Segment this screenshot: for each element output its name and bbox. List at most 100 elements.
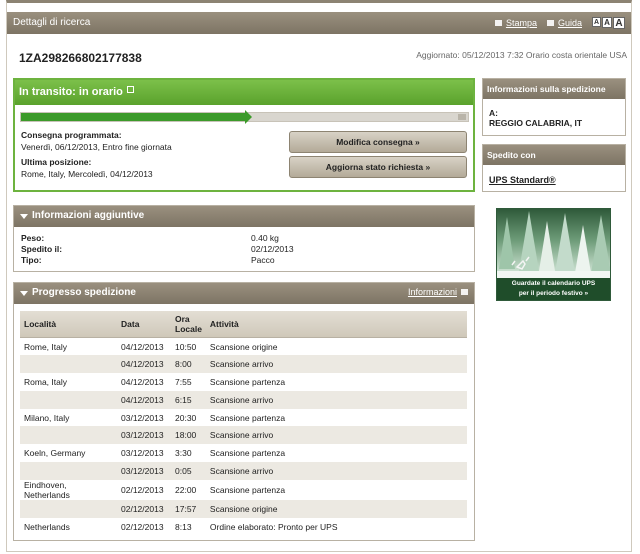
cell-time: 6:15 (171, 390, 206, 409)
table-row: 03/12/2013 0:05 Scansione arrivo (20, 462, 467, 480)
cell-location: Milano, Italy (20, 408, 117, 427)
table-row: Netherlands 02/12/2013 8:13 Ordine elaborat… (20, 517, 467, 536)
additional-info-header[interactable]: Informazioni aggiuntive (14, 206, 474, 227)
status-header: In transito: in orario (15, 80, 473, 105)
cell-location (20, 462, 117, 480)
table-row: Rome, Italy 04/12/2013 10:50 Scansione orig… (20, 337, 467, 356)
cell-activity: Scansione arrivo (205, 390, 467, 409)
ad-text-line-2: per il periodo festivo » (518, 290, 589, 297)
table-row: 04/12/2013 8:00 Scansione arrivo (20, 355, 467, 374)
type-label: Tipo: (21, 255, 42, 265)
cell-activity: Ordine elaborato: Pronto per UPS (205, 517, 467, 536)
cell-date: 04/12/2013 (117, 373, 171, 391)
table-row: Milano, Italy 03/12/2013 20:30 Scansione pa… (20, 408, 467, 427)
cell-date: 03/12/2013 (117, 462, 171, 480)
cell-date: 03/12/2013 (117, 426, 171, 445)
cell-location (20, 499, 117, 518)
cell-time: 7:55 (171, 373, 206, 391)
cell-time: 17:57 (171, 499, 206, 518)
cell-activity: Scansione arrivo (205, 426, 467, 445)
shipped-with-title: Spedito con (483, 145, 625, 165)
cell-activity: Scansione partenza (205, 444, 467, 463)
page-title: Dettagli di ricerca (13, 17, 91, 28)
help-link[interactable]: Guida (546, 18, 582, 28)
table-row: 04/12/2013 6:15 Scansione arrivo (20, 390, 467, 409)
pine-trees-illustration (497, 211, 610, 281)
additional-info-panel: Informazioni aggiuntive Peso: 0.40 kg Sp… (13, 205, 475, 272)
table-header-row: Località Data Ora Locale Attività (20, 311, 467, 338)
shipped-date-label: Spedito il: (21, 244, 63, 254)
header-links: Stampa Guida A A A (494, 17, 625, 29)
print-label: Stampa (505, 18, 537, 28)
ad-text: Guardate il calendario UPS per il period… (497, 278, 610, 300)
cell-time: 22:00 (171, 479, 206, 500)
weight-value: 0.40 kg (251, 233, 279, 243)
cell-time: 10:50 (171, 337, 206, 356)
holiday-calendar-ad[interactable]: Guardate il calendario UPS per il period… (496, 208, 611, 301)
info-link[interactable]: Informazioni (408, 287, 468, 297)
cell-time: 18:00 (171, 426, 206, 445)
last-location-value: Rome, Italy, Mercoledì, 04/12/2013 (21, 169, 153, 179)
info-icon[interactable] (126, 86, 134, 93)
shipment-info-title: Informazioni sulla spedizione (483, 79, 625, 99)
info-link-label: Informazioni (407, 287, 457, 297)
collapse-triangle-icon (20, 291, 28, 296)
cell-date: 04/12/2013 (117, 355, 171, 374)
progress-bar (20, 110, 469, 124)
ad-text-line-1: Guardate il calendario UPS (511, 280, 596, 287)
modify-delivery-button[interactable]: Modifica consegna » (289, 131, 467, 153)
shipment-info-box: Informazioni sulla spedizione A: REGGIO … (482, 78, 626, 136)
font-size-controls: A A A (592, 17, 625, 29)
table-row: Koeln, Germany 03/12/2013 3:30 Scansione pa… (20, 444, 467, 463)
shipped-with-box: Spedito con UPS Standard® (482, 144, 626, 192)
cell-time: 8:13 (171, 517, 206, 536)
scheduled-delivery-label: Consegna programmata: (21, 130, 122, 140)
type-value: Pacco (251, 255, 275, 265)
status-box: In transito: in orario Consegna programm… (13, 78, 475, 192)
column-header-location: Località (20, 311, 117, 338)
refresh-status-button[interactable]: Aggiorna stato richiesta » (289, 156, 467, 178)
font-size-small-button[interactable]: A (592, 17, 601, 27)
help-icon (546, 20, 554, 26)
to-value: REGGIO CALABRIA, IT (489, 118, 583, 128)
to-label: A: (489, 108, 498, 118)
shipment-progress-header[interactable]: Progresso spedizione Informazioni (14, 283, 474, 304)
cell-date: 02/12/2013 (117, 479, 171, 500)
cell-location (20, 426, 117, 445)
column-header-date: Data (117, 311, 171, 338)
cell-activity: Scansione partenza (205, 408, 467, 427)
cell-activity: Scansione arrivo (205, 462, 467, 480)
weight-label: Peso: (21, 233, 45, 243)
status-title-text: In transito: in orario (19, 86, 123, 98)
cell-location (20, 355, 117, 374)
progress-arrow-icon (245, 110, 252, 124)
cell-time: 20:30 (171, 408, 206, 427)
cell-date: 02/12/2013 (117, 499, 171, 518)
cell-activity: Scansione origine (205, 499, 467, 518)
cell-date: 04/12/2013 (117, 390, 171, 409)
font-size-large-button[interactable]: A (613, 17, 625, 29)
progress-table-wrap: Località Data Ora Locale Attività Rome, … (20, 311, 467, 536)
font-size-medium-button[interactable]: A (602, 17, 612, 28)
service-link[interactable]: UPS Standard® (489, 175, 556, 185)
help-label: Guida (557, 18, 582, 28)
shipment-progress-title: Progresso spedizione (32, 287, 136, 298)
progress-table: Località Data Ora Locale Attività Rome, … (20, 311, 467, 536)
column-header-time: Ora Locale (171, 311, 206, 338)
progress-endcap (458, 114, 466, 120)
cell-activity: Scansione origine (205, 337, 467, 356)
print-link[interactable]: Stampa (494, 18, 537, 28)
table-row: Roma, Italy 04/12/2013 7:55 Scansione parte… (20, 373, 467, 391)
cell-location: Eindhoven, Netherlands (20, 479, 117, 500)
updated-timestamp: Aggiornato: 05/12/2013 7:32 Orario costa… (416, 50, 627, 60)
cell-date: 02/12/2013 (117, 517, 171, 536)
scheduled-delivery-value: Venerdì, 06/12/2013, Entro fine giornata (21, 142, 172, 152)
cell-time: 0:05 (171, 462, 206, 480)
cell-location (20, 390, 117, 409)
cell-location: Rome, Italy (20, 337, 117, 356)
collapse-triangle-icon (20, 214, 28, 219)
info-icon (461, 289, 468, 295)
cell-date: 03/12/2013 (117, 444, 171, 463)
cell-location: Netherlands (20, 517, 117, 536)
cell-location: Roma, Italy (20, 373, 117, 391)
